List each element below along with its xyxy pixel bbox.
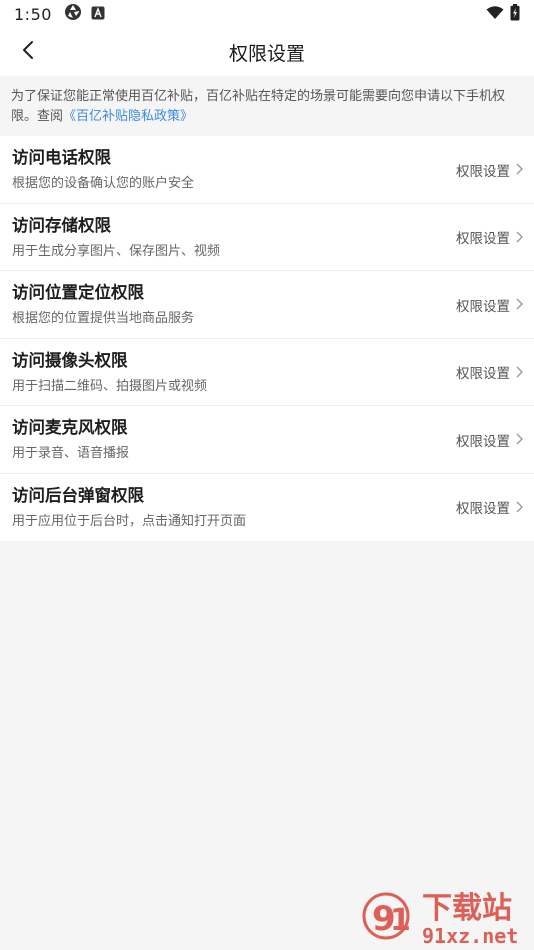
permission-title: 访问位置定位权限: [12, 283, 144, 302]
svg-text:下载站: 下载站: [422, 891, 512, 926]
permission-settings-button[interactable]: 权限设置: [456, 136, 523, 203]
status-time: 1:50: [14, 4, 52, 24]
permission-action-label: 权限设置: [456, 298, 510, 315]
top-app-bar: 权限设置: [0, 28, 534, 76]
page-title: 权限设置: [228, 42, 305, 65]
chevron-right-icon: [516, 363, 523, 382]
status-icons-left: [64, 3, 105, 25]
permission-action-label: 权限设置: [456, 163, 510, 180]
permission-settings-button[interactable]: 权限设置: [456, 406, 523, 473]
battery-icon: [510, 3, 520, 25]
a-badge-icon: [91, 5, 105, 24]
permission-title: 访问摄像头权限: [12, 350, 128, 370]
chevron-right-icon: [516, 498, 523, 517]
status-icons-right: [486, 3, 520, 25]
permission-desc: 根据您的位置提供当地商品服务: [12, 311, 195, 326]
svg-text:1: 1: [390, 903, 411, 938]
permission-list: 访问电话权限 根据您的设备确认您的账户安全 权限设置 访问存储权限 用于生成分享…: [0, 136, 534, 541]
permission-action-label: 权限设置: [456, 231, 510, 247]
chevron-right-icon: [516, 228, 523, 247]
permission-settings-button[interactable]: 权限设置: [456, 271, 523, 338]
chevron-right-icon: [516, 430, 523, 449]
svg-text:91xz.net: 91xz.net: [422, 924, 518, 948]
aperture-icon: [64, 3, 82, 25]
permission-title: 访问后台弹窗权限: [12, 485, 144, 505]
permission-item-microphone[interactable]: 访问麦克风权限 用于录音、语音播报 权限设置: [0, 406, 534, 474]
permission-title: 访问存储权限: [12, 215, 111, 235]
back-button[interactable]: [8, 32, 48, 72]
chevron-right-icon: [516, 295, 523, 314]
permission-item-phone[interactable]: 访问电话权限 根据您的设备确认您的账户安全 权限设置: [0, 136, 534, 204]
permission-desc: 用于扫描二维码、拍摄图片或视频: [12, 378, 208, 394]
permission-action-label: 权限设置: [456, 366, 510, 382]
chevron-left-icon: [21, 40, 35, 64]
permission-title: 访问麦克风权限: [12, 418, 128, 437]
wifi-icon: [486, 5, 504, 24]
permission-settings-button[interactable]: 权限设置: [456, 474, 523, 541]
permission-desc: 根据您的设备确认您的账户安全: [12, 176, 195, 191]
permission-desc: 用于录音、语音播报: [12, 446, 130, 461]
permission-settings-button[interactable]: 权限设置: [456, 204, 523, 271]
permission-settings-screen: 1:50 权限设置 为了保证您能正常使用百亿补贴，百亿补贴在特定的场景可能需要向…: [0, 0, 534, 950]
permission-item-camera[interactable]: 访问摄像头权限 用于扫描二维码、拍摄图片或视频 权限设置: [0, 339, 534, 406]
permission-desc: 用于应用位于后台时，点击通知打开页面: [12, 513, 247, 529]
permission-action-label: 权限设置: [456, 433, 510, 450]
permission-item-background-popup[interactable]: 访问后台弹窗权限 用于应用位于后台时，点击通知打开页面 权限设置: [0, 474, 534, 542]
permission-desc: 用于生成分享图片、保存图片、视频: [12, 243, 221, 259]
privacy-policy-link[interactable]: 《百亿补贴隐私政策》: [63, 109, 193, 124]
permission-item-location[interactable]: 访问位置定位权限 根据您的位置提供当地商品服务 权限设置: [0, 271, 534, 339]
permission-title: 访问电话权限: [12, 148, 111, 167]
status-bar: 1:50: [0, 0, 534, 28]
permission-action-label: 权限设置: [456, 501, 510, 517]
permission-settings-button[interactable]: 权限设置: [456, 339, 523, 406]
permission-notice: 为了保证您能正常使用百亿补贴，百亿补贴在特定的场景可能需要向您申请以下手机权限。…: [0, 76, 534, 136]
site-watermark-logo: 9 1 下载站 91xz.net: [362, 886, 532, 948]
chevron-right-icon: [516, 160, 523, 179]
permission-item-storage[interactable]: 访问存储权限 用于生成分享图片、保存图片、视频 权限设置: [0, 204, 534, 271]
